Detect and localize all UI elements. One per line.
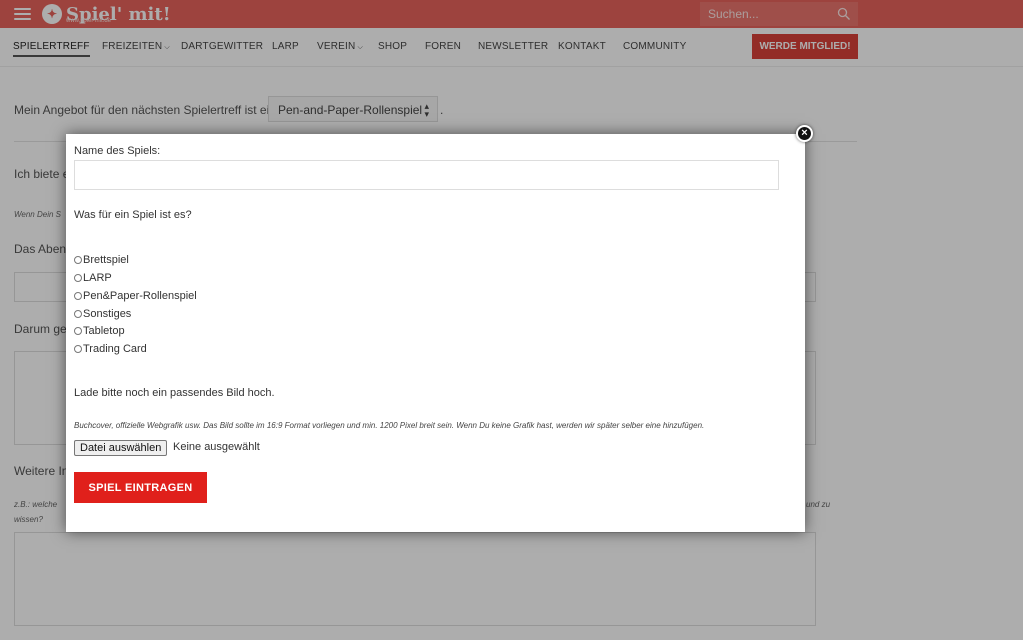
radio-larp[interactable]: LARP [74, 272, 112, 284]
game-name-input[interactable] [74, 160, 779, 190]
radio-button[interactable] [74, 256, 82, 264]
file-choose-button[interactable]: Datei auswählen [74, 440, 168, 456]
radio-button[interactable] [74, 274, 82, 282]
radio-sonstiges[interactable]: Sonstiges [74, 308, 131, 320]
file-status: Keine ausgewählt [173, 441, 260, 453]
radio-pen-paper[interactable]: Pen&Paper-Rollenspiel [74, 290, 197, 302]
radio-button[interactable] [74, 327, 82, 335]
type-question: Was für ein Spiel ist es? [74, 209, 192, 221]
add-game-dialog: Name des Spiels: Was für ein Spiel ist e… [66, 134, 805, 532]
submit-game-button[interactable]: SPIEL EINTRAGEN [74, 472, 207, 503]
radio-trading-card[interactable]: Trading Card [74, 343, 147, 355]
radio-button[interactable] [74, 345, 82, 353]
radio-button[interactable] [74, 292, 82, 300]
name-label: Name des Spiels: [74, 145, 161, 157]
close-icon[interactable]: × [796, 125, 813, 142]
image-prompt: Lade bitte noch ein passendes Bild hoch. [74, 387, 275, 399]
radio-tabletop[interactable]: Tabletop [74, 325, 125, 337]
radio-brettspiel[interactable]: Brettspiel [74, 254, 129, 266]
radio-button[interactable] [74, 310, 82, 318]
image-hint: Buchcover, offizielle Webgrafik usw. Das… [74, 421, 705, 430]
